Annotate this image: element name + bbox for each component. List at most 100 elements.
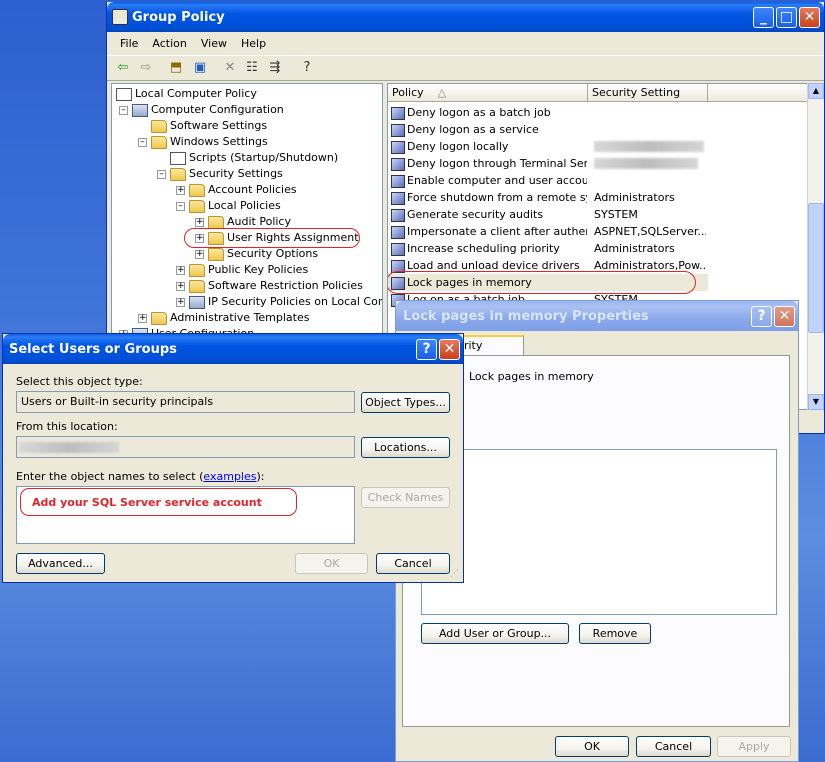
scroll-thumb[interactable] xyxy=(808,203,824,333)
expand-icon[interactable]: + xyxy=(195,218,204,227)
maximize-button[interactable]: □ xyxy=(776,7,797,28)
tree-item-local-computer-policy[interactable]: Local Computer Policy xyxy=(116,86,257,102)
advanced-button[interactable]: Advanced... xyxy=(16,553,105,574)
policy-row[interactable]: Increase scheduling priority Administrato… xyxy=(388,240,708,257)
members-list[interactable] xyxy=(421,449,777,615)
select-users-titlebar[interactable]: Select Users or Groups ? ✕ xyxy=(3,334,463,364)
highlight-annotation xyxy=(184,228,360,248)
tree-item-public-key-policies[interactable]: Public Key Policies xyxy=(189,262,308,278)
policy-item-icon xyxy=(391,157,405,171)
tree-item-security-options[interactable]: Security Options xyxy=(208,246,318,262)
expand-icon[interactable]: + xyxy=(176,282,185,291)
up-folder-icon[interactable]: ⬒ xyxy=(166,59,186,77)
expand-icon[interactable]: + xyxy=(138,314,147,323)
forward-icon[interactable]: ⇨ xyxy=(136,59,156,77)
tree-item-computer-configuration[interactable]: Computer Configuration xyxy=(132,102,284,118)
properties-icon[interactable]: ☷ xyxy=(242,59,262,77)
object-type-label: Select this object type: xyxy=(16,375,143,388)
tree-item-administrative-templates[interactable]: Administrative Templates xyxy=(151,310,310,326)
scroll-up-arrow-icon[interactable]: ▲ xyxy=(808,83,824,99)
tree-item-scripts[interactable]: Scripts (Startup/Shutdown) xyxy=(170,150,338,166)
policy-icon xyxy=(116,87,132,101)
ok-button[interactable]: OK xyxy=(295,553,368,574)
close-button[interactable]: ✕ xyxy=(439,339,460,360)
cancel-button[interactable]: Cancel xyxy=(376,553,450,574)
policy-row[interactable]: Force shutdown from a remote sy... Admini… xyxy=(388,189,708,206)
menu-help[interactable]: Help xyxy=(234,37,273,50)
help-button[interactable]: ? xyxy=(416,339,437,360)
policy-row[interactable]: Enable computer and user account... xyxy=(388,172,708,189)
menu-view[interactable]: View xyxy=(194,37,234,50)
check-names-button[interactable]: Check Names xyxy=(361,487,450,508)
properties-title: Lock pages in memory Properties xyxy=(403,308,649,324)
group-policy-titlebar[interactable]: Group Policy _ □ ✕ xyxy=(107,2,824,32)
security-folder-icon xyxy=(189,199,205,213)
close-button[interactable]: ✕ xyxy=(799,7,820,28)
collapse-icon[interactable]: – xyxy=(176,202,185,211)
remove-button[interactable]: Remove xyxy=(579,623,651,644)
export-list-icon[interactable]: ⇶ xyxy=(265,59,285,77)
policy-item-icon xyxy=(391,225,405,239)
expand-icon[interactable]: + xyxy=(195,250,204,259)
annotation-text: Add your SQL Server service account xyxy=(32,496,262,509)
delete-icon[interactable]: ✕ xyxy=(220,59,240,77)
menu-action[interactable]: Action xyxy=(145,37,193,50)
group-policy-app-icon xyxy=(112,9,128,25)
ipsec-icon xyxy=(189,295,205,309)
script-icon xyxy=(170,151,186,165)
collapse-icon[interactable]: – xyxy=(157,170,166,179)
expand-icon[interactable]: + xyxy=(176,186,185,195)
security-folder-icon xyxy=(170,167,186,181)
object-types-button[interactable]: Object Types... xyxy=(361,392,450,413)
resize-grip-icon[interactable]: ⋰ xyxy=(450,570,461,581)
menu-file[interactable]: File xyxy=(113,37,145,50)
cancel-button[interactable]: Cancel xyxy=(636,736,711,757)
add-user-or-group-button[interactable]: Add User or Group... xyxy=(421,623,569,644)
policy-item-icon xyxy=(391,106,405,120)
tree-item-software-settings[interactable]: Software Settings xyxy=(151,118,267,134)
policy-item-icon xyxy=(391,242,405,256)
close-button[interactable]: ✕ xyxy=(774,306,795,327)
help-icon[interactable]: ? xyxy=(297,59,317,77)
tree-item-account-policies[interactable]: Account Policies xyxy=(189,182,297,198)
location-label: From this location: xyxy=(16,420,118,433)
tree-item-software-restriction-policies[interactable]: Software Restriction Policies xyxy=(189,278,363,294)
tree-item-windows-settings[interactable]: Windows Settings xyxy=(151,134,268,150)
policy-row[interactable]: Deny logon as a service xyxy=(388,121,708,138)
security-folder-icon xyxy=(208,215,224,229)
redacted-value xyxy=(19,442,119,453)
column-header-policy[interactable]: Policy △ xyxy=(388,84,588,102)
scroll-down-arrow-icon[interactable]: ▼ xyxy=(808,394,824,410)
expand-icon[interactable]: + xyxy=(176,298,185,307)
policy-name: Lock pages in memory xyxy=(469,370,594,383)
collapse-icon[interactable]: – xyxy=(119,106,128,115)
examples-link[interactable]: examples xyxy=(203,470,256,483)
policy-item-icon xyxy=(391,140,405,154)
policy-row[interactable]: Impersonate a client after authent... ASP… xyxy=(388,223,708,240)
folder-icon xyxy=(189,279,205,293)
sort-ascending-icon: △ xyxy=(437,86,447,99)
policy-row[interactable]: Generate security audits SYSTEM xyxy=(388,206,708,223)
menu-bar: File Action View Help xyxy=(107,32,824,55)
apply-button[interactable]: Apply xyxy=(717,736,791,757)
policy-row[interactable]: Deny logon as a batch job xyxy=(388,104,708,121)
object-names-input[interactable]: Add your SQL Server service account xyxy=(16,486,355,544)
tree-item-security-settings[interactable]: Security Settings xyxy=(170,166,283,182)
back-icon[interactable]: ⇦ xyxy=(113,59,133,77)
policy-item-icon xyxy=(391,174,405,188)
locations-button[interactable]: Locations... xyxy=(361,437,450,458)
properties-titlebar[interactable]: Lock pages in memory Properties ? ✕ xyxy=(396,301,798,331)
security-folder-icon xyxy=(189,183,205,197)
show-hide-tree-icon[interactable]: ▣ xyxy=(190,59,210,77)
computer-icon xyxy=(132,103,148,117)
list-scrollbar[interactable]: ▲ ▼ xyxy=(807,83,824,410)
tree-item-local-policies[interactable]: Local Policies xyxy=(189,198,281,214)
tree-item-ip-security-policies[interactable]: IP Security Policies on Local Comput xyxy=(189,294,382,310)
minimize-button[interactable]: _ xyxy=(753,7,774,28)
column-header-security-setting[interactable]: Security Setting xyxy=(588,84,708,102)
ok-button[interactable]: OK xyxy=(555,736,629,757)
help-button[interactable]: ? xyxy=(751,306,772,327)
expand-icon[interactable]: + xyxy=(176,266,185,275)
folder-icon xyxy=(189,263,205,277)
collapse-icon[interactable]: – xyxy=(138,138,147,147)
